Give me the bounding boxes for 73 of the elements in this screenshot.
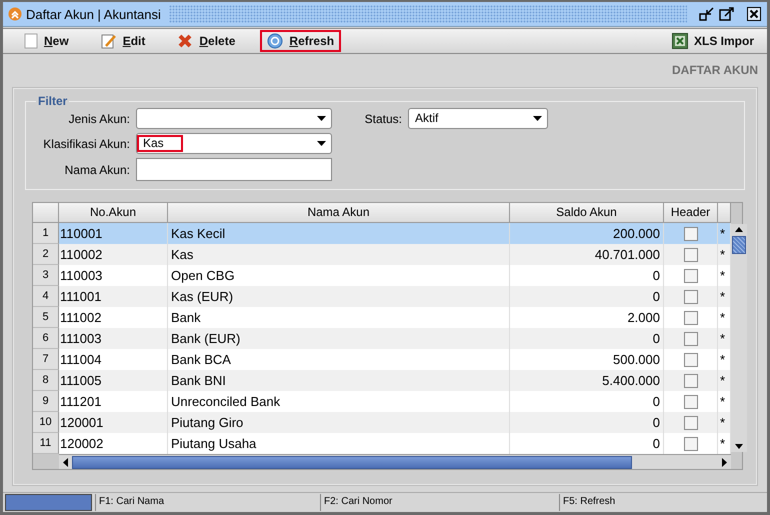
page-heading: DAFTAR AKUN bbox=[672, 63, 758, 77]
table-row[interactable]: 9 111201 Unreconciled Bank 0 * bbox=[33, 391, 731, 412]
checkbox[interactable] bbox=[684, 290, 698, 304]
row-number: 4 bbox=[33, 286, 59, 307]
column-header[interactable]: No.Akun bbox=[59, 203, 168, 223]
checkbox[interactable] bbox=[684, 436, 698, 450]
checkbox[interactable] bbox=[684, 310, 698, 324]
scroll-thumb[interactable] bbox=[72, 456, 632, 468]
close-icon[interactable] bbox=[747, 7, 761, 21]
column-header[interactable]: Header bbox=[664, 203, 718, 223]
dropdown-field[interactable]: Aktif bbox=[408, 108, 548, 129]
horizontal-scrollbar[interactable] bbox=[59, 454, 731, 469]
window-title: Daftar Akun | Akuntansi bbox=[26, 6, 161, 22]
row-number: 1 bbox=[33, 223, 59, 244]
scroll-thumb[interactable] bbox=[732, 236, 746, 254]
row-number: 5 bbox=[33, 307, 59, 328]
vertical-scrollbar[interactable] bbox=[731, 224, 747, 452]
checkbox[interactable] bbox=[684, 416, 698, 430]
table-row[interactable]: 5 111002 Bank 2.000 * bbox=[33, 307, 731, 328]
field-label: Status: bbox=[364, 112, 402, 126]
import-button[interactable]: XLS Impor bbox=[664, 30, 761, 52]
table-row[interactable]: 3 110003 Open CBG 0 * bbox=[33, 265, 731, 286]
table-row[interactable]: 8 111005 Bank BNI 5.400.000 * bbox=[33, 370, 731, 391]
checkbox[interactable] bbox=[684, 394, 698, 408]
row-number: 3 bbox=[33, 265, 59, 286]
app-icon bbox=[8, 7, 22, 21]
field-value: Kas bbox=[137, 135, 183, 152]
toolbar-button[interactable]: New bbox=[17, 30, 76, 52]
toolbar-button[interactable]: Delete bbox=[170, 30, 242, 52]
checkbox[interactable] bbox=[684, 374, 698, 388]
checkbox[interactable] bbox=[684, 352, 698, 366]
column-header[interactable]: Saldo Akun bbox=[510, 203, 664, 223]
delete-icon bbox=[177, 33, 194, 49]
row-number: 2 bbox=[33, 244, 59, 265]
refresh-icon bbox=[267, 33, 284, 49]
checkbox[interactable] bbox=[684, 248, 698, 262]
spreadsheet-icon bbox=[672, 33, 688, 49]
row-number: 10 bbox=[33, 412, 59, 433]
row-number: 7 bbox=[33, 349, 59, 370]
toolbar-button[interactable]: Edit bbox=[94, 30, 152, 52]
table-row[interactable]: 1 110001 Kas Kecil 200.000 * bbox=[33, 223, 731, 244]
table-row[interactable]: 11 120002 Piutang Usaha 0 * bbox=[33, 433, 731, 454]
table-row[interactable]: 2 110002 Kas 40.701.000 * bbox=[33, 244, 731, 265]
status-text: F5: Refresh bbox=[559, 494, 765, 511]
pencil-icon bbox=[100, 33, 117, 49]
toolbar-button[interactable]: Refresh bbox=[260, 30, 342, 52]
dropdown-arrow-icon bbox=[533, 116, 542, 121]
row-number: 6 bbox=[33, 328, 59, 349]
dropdown-field[interactable] bbox=[136, 108, 332, 129]
status-text: F1: Cari Nama bbox=[95, 494, 317, 511]
minimize-icon[interactable] bbox=[699, 6, 715, 22]
table-row[interactable]: 4 111001 Kas (EUR) 0 * bbox=[33, 286, 731, 307]
filter-legend: Filter bbox=[36, 94, 70, 108]
column-header[interactable]: Nama Akun bbox=[168, 203, 510, 223]
dropdown-arrow-icon bbox=[317, 116, 326, 121]
row-number: 9 bbox=[33, 391, 59, 412]
field-label: Jenis Akun: bbox=[68, 112, 130, 126]
field-label: Klasifikasi Akun: bbox=[42, 136, 130, 150]
status-text: F2: Cari Nomor bbox=[320, 494, 556, 511]
checkbox[interactable] bbox=[684, 226, 698, 240]
table-row[interactable]: 6 111003 Bank (EUR) 0 * bbox=[33, 328, 731, 349]
maximize-icon[interactable] bbox=[719, 6, 735, 22]
field-label: Nama Akun: bbox=[64, 162, 130, 176]
checkbox[interactable] bbox=[684, 268, 698, 282]
dropdown-field[interactable]: Kas bbox=[136, 133, 332, 154]
row-number: 8 bbox=[33, 370, 59, 391]
table-row[interactable]: 10 120001 Piutang Giro 0 * bbox=[33, 412, 731, 433]
checkbox[interactable] bbox=[684, 332, 698, 346]
table-row[interactable]: 7 111004 Bank BCA 500.000 * bbox=[33, 349, 731, 370]
text-field[interactable] bbox=[136, 158, 332, 181]
row-number: 11 bbox=[33, 433, 59, 454]
dropdown-arrow-icon bbox=[317, 141, 326, 146]
page-icon bbox=[24, 33, 38, 49]
